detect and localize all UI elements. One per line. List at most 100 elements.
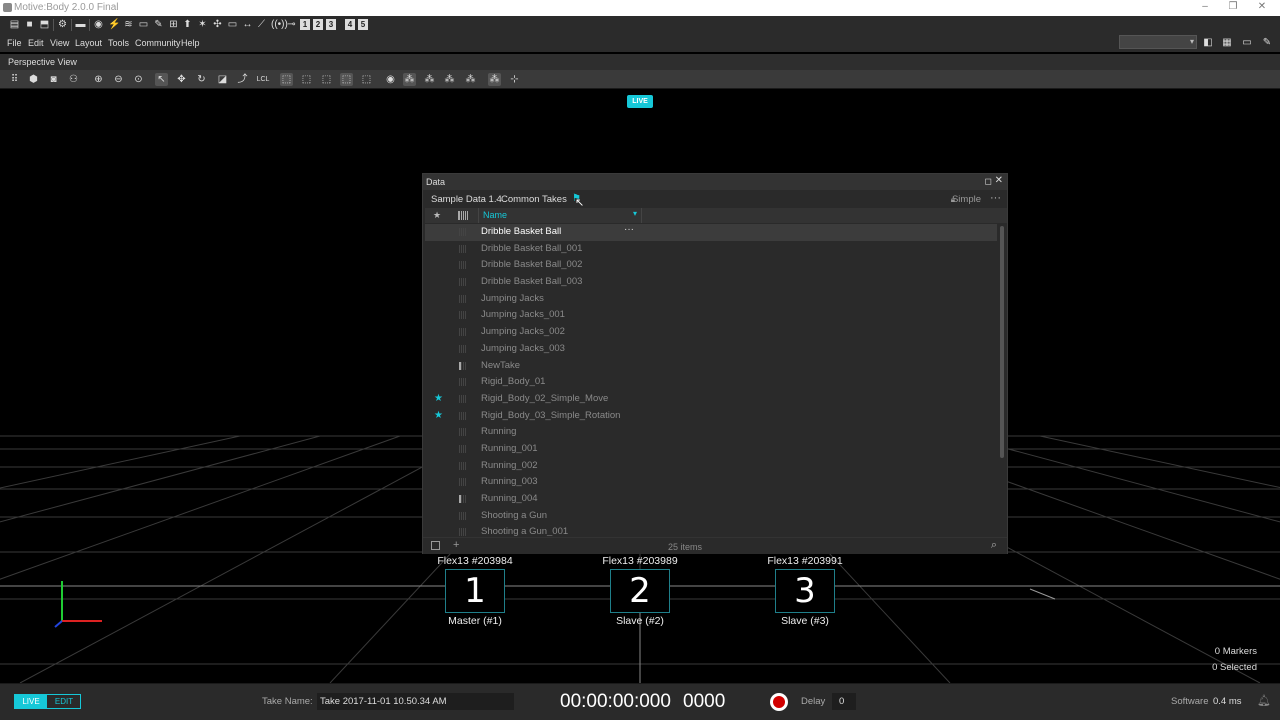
- select-rigid-icon[interactable]: ⬚: [320, 73, 333, 86]
- table-row[interactable]: ★ Rigid_Body_02_Simple_Move: [425, 391, 997, 408]
- table-row[interactable]: Running_002: [425, 458, 997, 475]
- show-bones-icon[interactable]: ⊹: [508, 73, 521, 86]
- table-row[interactable]: Jumping Jacks_001: [425, 307, 997, 324]
- search-icon[interactable]: ⌕: [991, 539, 997, 552]
- scale-icon[interactable]: ◪: [216, 73, 229, 86]
- layout-window-icon[interactable]: ▭: [1241, 37, 1253, 48]
- table-row[interactable]: Jumping Jacks: [425, 291, 997, 308]
- menu-layout[interactable]: Layout: [75, 38, 102, 48]
- probe-icon[interactable]: ↔: [242, 19, 253, 30]
- rigid-body-icon[interactable]: ⬆: [182, 19, 193, 30]
- star-column-icon[interactable]: ★: [433, 210, 441, 221]
- maximize-icon[interactable]: ◻: [985, 176, 992, 187]
- table-row[interactable]: Shooting a Gun_001: [425, 524, 997, 536]
- layout-edit-icon[interactable]: ✎: [1261, 37, 1273, 48]
- save-icon[interactable]: ■: [24, 19, 35, 30]
- menu-view[interactable]: View: [50, 38, 69, 48]
- show-skeleton-icon[interactable]: ⁂: [443, 73, 456, 86]
- star-icon[interactable]: ★: [434, 393, 443, 404]
- table-row[interactable]: Running_003: [425, 474, 997, 491]
- layout-2-button[interactable]: 2: [313, 19, 323, 30]
- live-mode-button[interactable]: LIVE: [15, 695, 47, 708]
- table-row[interactable]: Running_001: [425, 441, 997, 458]
- cube-icon[interactable]: ⬢: [27, 73, 40, 86]
- menu-edit[interactable]: Edit: [28, 38, 44, 48]
- table-row[interactable]: Jumping Jacks_003: [425, 341, 997, 358]
- translate-icon[interactable]: ✥: [175, 73, 188, 86]
- select-skeleton-icon[interactable]: ⬚: [340, 73, 353, 86]
- table-row[interactable]: Running_004: [425, 491, 997, 508]
- name-column-header[interactable]: Name ▾: [478, 208, 642, 223]
- menu-help[interactable]: Help: [181, 38, 200, 48]
- edit-tools-icon[interactable]: ✎: [153, 19, 164, 30]
- table-row[interactable]: Dribble Basket Ball_003: [425, 274, 997, 291]
- menu-community[interactable]: Community: [135, 38, 181, 48]
- restore-icon[interactable]: ❐: [1227, 1, 1239, 12]
- graph-icon[interactable]: ⊞: [168, 19, 179, 30]
- select-box-icon[interactable]: ⬚: [280, 73, 293, 86]
- table-row[interactable]: Shooting a Gun: [425, 508, 997, 525]
- settings-gear-icon[interactable]: ⚙: [57, 19, 68, 30]
- pivot-icon[interactable]: ⤴: [236, 73, 249, 86]
- show-tracks-icon[interactable]: ⁂: [464, 73, 477, 86]
- new-icon[interactable]: ▤: [9, 19, 20, 30]
- table-row[interactable]: Running: [425, 424, 997, 441]
- zoom-fit-icon[interactable]: ⊙: [132, 73, 145, 86]
- view-mode-label[interactable]: Simple: [952, 194, 981, 205]
- camera-1[interactable]: Flex13 #203984 1 Master (#1): [415, 555, 535, 627]
- layout-3-button[interactable]: 3: [326, 19, 336, 30]
- delay-input[interactable]: 0: [832, 693, 856, 710]
- layout-split-icon[interactable]: ◧: [1202, 37, 1214, 48]
- take-name-input[interactable]: Take 2017-11-01 10.50.34 AM: [317, 693, 514, 710]
- layout-5-button[interactable]: 5: [358, 19, 368, 30]
- skeleton-icon[interactable]: ✶: [197, 19, 208, 30]
- export-icon[interactable]: ⬒: [39, 19, 50, 30]
- table-row[interactable]: ★ Rigid_Body_03_Simple_Rotation: [425, 408, 997, 425]
- marker-sets-icon[interactable]: ✣: [212, 19, 223, 30]
- calibration-wand-icon[interactable]: ⚡: [108, 19, 120, 30]
- camera-2[interactable]: Flex13 #203989 2 Slave (#2): [580, 555, 700, 627]
- list-scrollbar[interactable]: [1000, 226, 1004, 458]
- layout-grid-icon[interactable]: ▦: [1221, 37, 1233, 48]
- layout-select[interactable]: ▾: [1119, 35, 1197, 49]
- show-markers-icon[interactable]: ⁂: [403, 73, 416, 86]
- measurement-icon[interactable]: ⟋: [256, 19, 267, 30]
- breadcrumb-sample-data[interactable]: Sample Data 1.4: [431, 194, 502, 205]
- star-icon[interactable]: ★: [434, 410, 443, 421]
- data-panel-titlebar[interactable]: Data ◻ ✕: [423, 174, 1007, 190]
- add-icon[interactable]: +: [453, 539, 459, 551]
- rotate-icon[interactable]: ↻: [195, 73, 208, 86]
- row-more-icon[interactable]: ···: [624, 224, 634, 235]
- menu-file[interactable]: File: [7, 38, 22, 48]
- edit-mode-button[interactable]: EDIT: [48, 695, 80, 708]
- sync-icon[interactable]: ⊸: [286, 19, 297, 30]
- camera-icon[interactable]: ◉: [93, 19, 104, 30]
- show-cameras-icon[interactable]: ⁂: [488, 73, 501, 86]
- local-space-toggle[interactable]: LCL: [255, 73, 271, 86]
- layout-1-button[interactable]: 1: [300, 19, 310, 30]
- more-icon[interactable]: ···: [990, 192, 1001, 204]
- close-icon[interactable]: ✕: [995, 175, 1003, 186]
- menu-tools[interactable]: Tools: [108, 38, 129, 48]
- table-row[interactable]: Dribble Basket Ball_002: [425, 257, 997, 274]
- minimize-icon[interactable]: –: [1199, 1, 1211, 12]
- broadcast-icon[interactable]: ((•)): [271, 19, 288, 30]
- breadcrumb-common-takes[interactable]: Common Takes: [501, 194, 567, 205]
- table-row[interactable]: Rigid_Body_01: [425, 374, 997, 391]
- reference-icon[interactable]: ▭: [227, 19, 238, 30]
- visibility-eye-icon[interactable]: ◉: [384, 73, 397, 86]
- bell-icon[interactable]: 🔔︎: [1257, 694, 1271, 707]
- zoom-out-icon[interactable]: ⊖: [112, 73, 125, 86]
- record-button[interactable]: [770, 693, 788, 711]
- grid-menu-icon[interactable]: ⠿: [8, 73, 21, 86]
- table-row[interactable]: NewTake: [425, 358, 997, 375]
- layout-4-button[interactable]: 4: [345, 19, 355, 30]
- network-icon[interactable]: ⚇: [67, 73, 80, 86]
- show-rigid-icon[interactable]: ⁂: [423, 73, 436, 86]
- database-icon[interactable]: ▭: [138, 19, 149, 30]
- layers-icon[interactable]: ≋: [123, 19, 134, 30]
- camera-3[interactable]: Flex13 #203991 3 Slave (#3): [745, 555, 865, 627]
- close-icon[interactable]: ✕: [1256, 1, 1268, 12]
- table-row[interactable]: Jumping Jacks_002: [425, 324, 997, 341]
- select-pointer-icon[interactable]: ↖: [155, 73, 168, 86]
